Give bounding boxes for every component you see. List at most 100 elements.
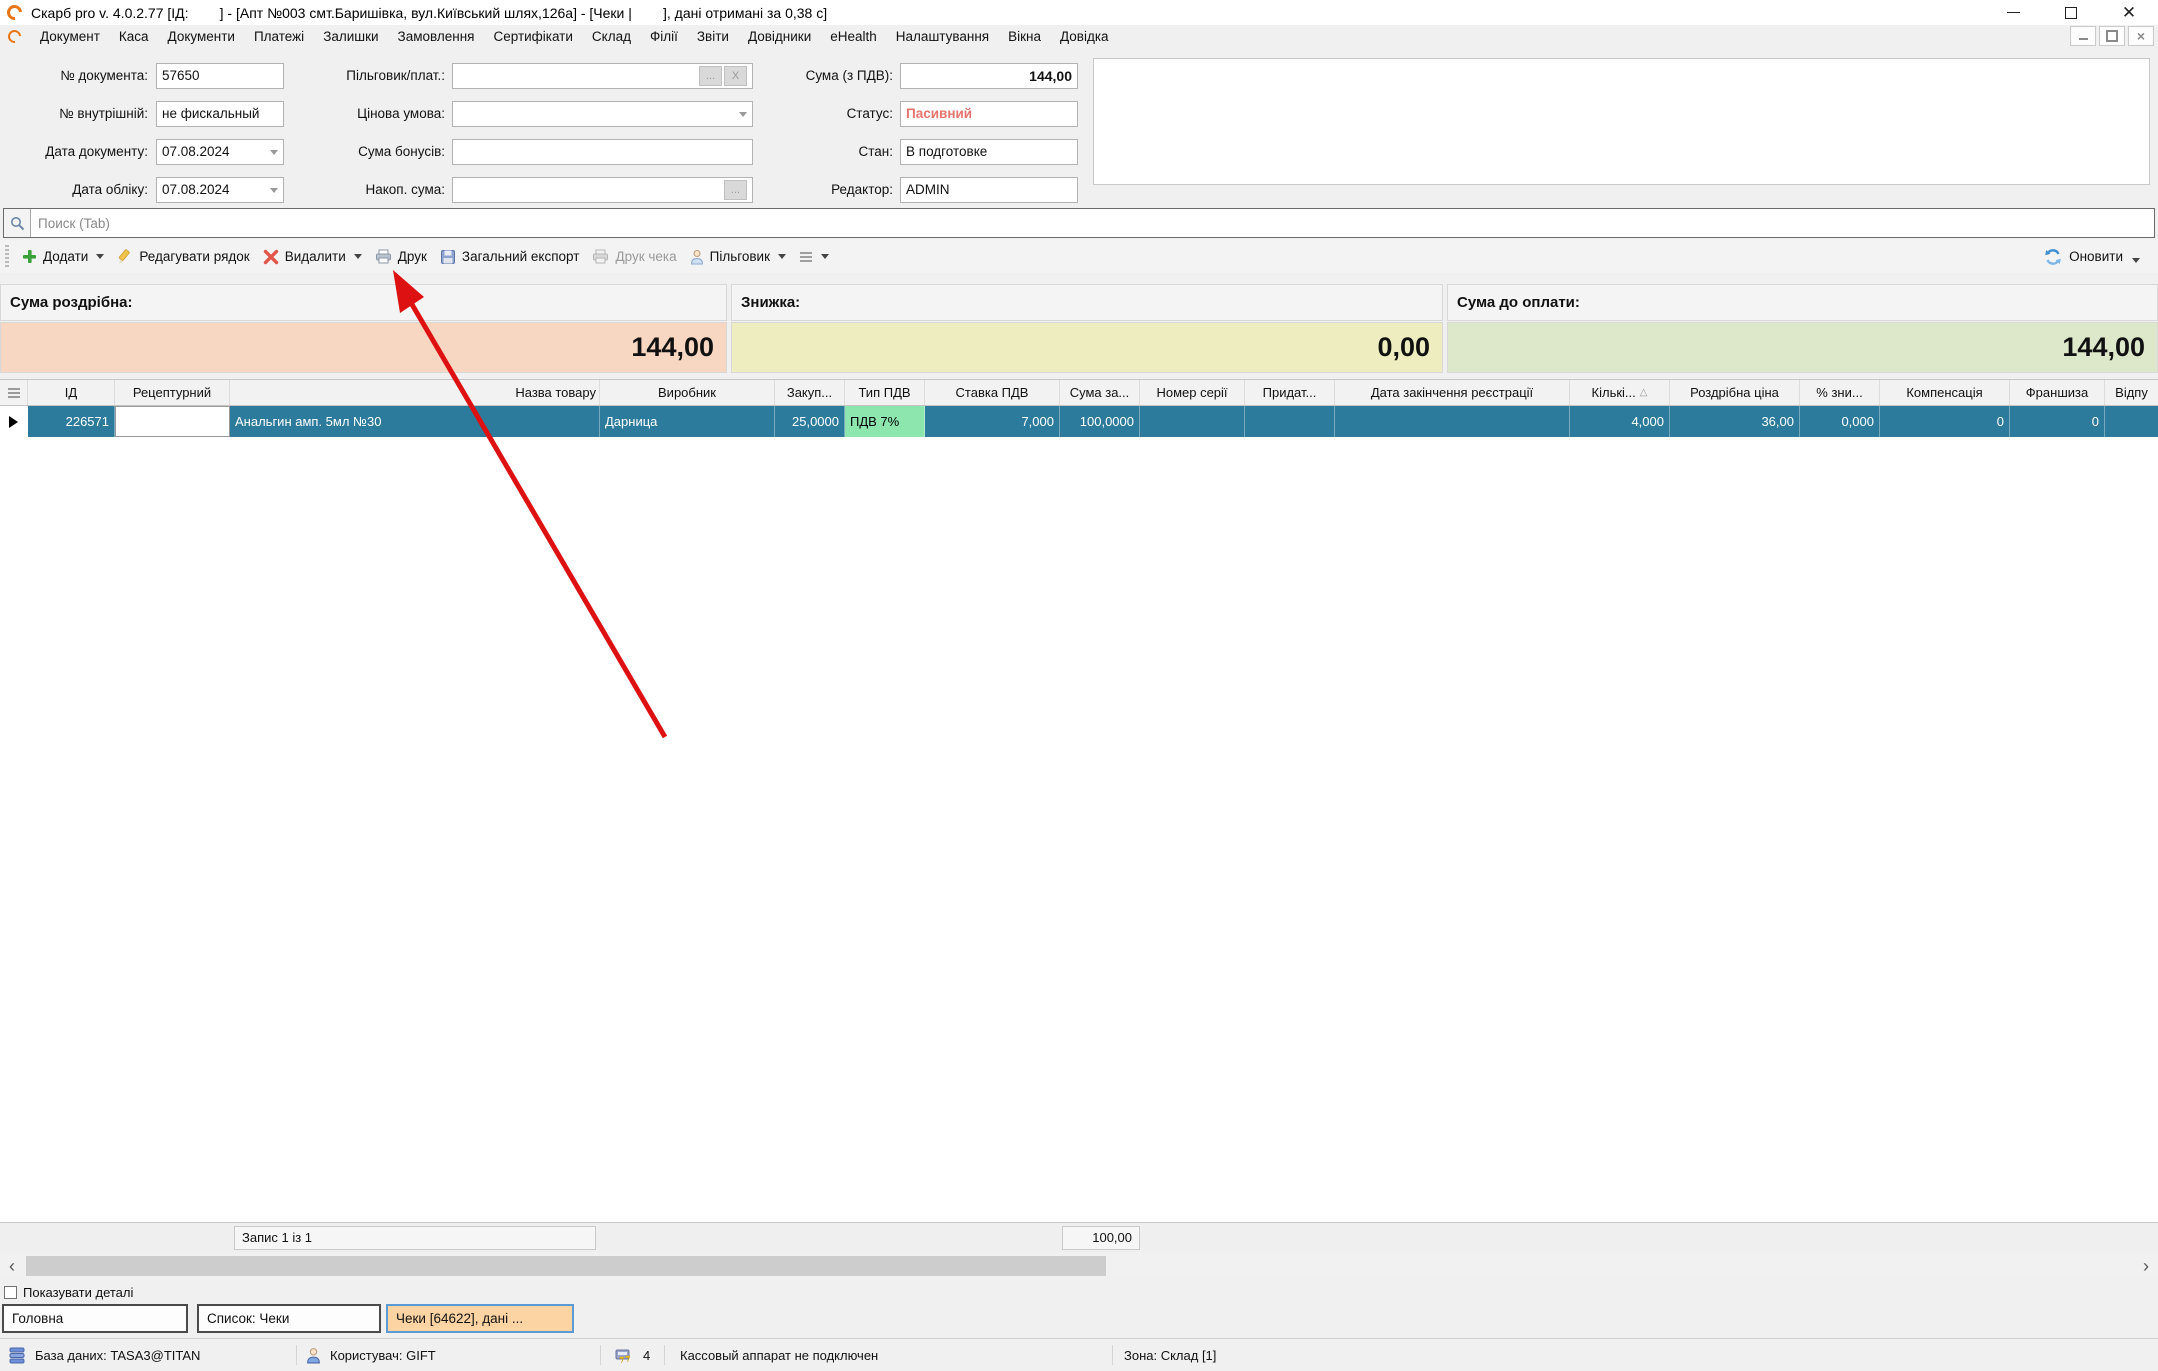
- column-header-prescription[interactable]: Рецептурний: [115, 380, 230, 405]
- menu-zamovlennia[interactable]: Замовлення: [398, 29, 475, 44]
- column-header-qty[interactable]: Кількі...△: [1570, 380, 1670, 405]
- table-row[interactable]: 226571 Анальгин амп. 5мл №30 Дарница 25,…: [0, 406, 2158, 437]
- mdi-close-button[interactable]: ×: [2128, 26, 2154, 46]
- tab-list-cheky[interactable]: Список: Чеки: [197, 1304, 381, 1333]
- menu-dovidnyky[interactable]: Довідники: [748, 29, 811, 44]
- beneficiary-field[interactable]: ... X: [452, 63, 753, 89]
- column-header-franchise[interactable]: Франшиза: [2010, 380, 2105, 405]
- cell-prescription[interactable]: [115, 406, 230, 437]
- column-header-manufacturer[interactable]: Виробник: [600, 380, 775, 405]
- column-header-purchase[interactable]: Закуп...: [775, 380, 845, 405]
- column-header-dispense[interactable]: Відпу: [2105, 380, 2158, 405]
- menu-filii[interactable]: Філії: [650, 29, 678, 44]
- chevron-down-icon: [821, 254, 829, 259]
- tab-home[interactable]: Головна: [2, 1304, 188, 1333]
- cell-id: 226571: [28, 406, 115, 437]
- person-icon: [690, 249, 704, 265]
- window-controls: ✕: [1984, 0, 2158, 25]
- menu-platezhi[interactable]: Платежі: [254, 29, 304, 44]
- menu-sklad[interactable]: Склад: [592, 29, 631, 44]
- menu-zvity[interactable]: Звіти: [697, 29, 729, 44]
- to-pay-header: Сума до оплати:: [1447, 284, 2158, 321]
- search-bar: [3, 208, 2155, 238]
- record-count: Запис 1 із 1: [234, 1226, 596, 1250]
- menu-zalyshky[interactable]: Залишки: [323, 29, 378, 44]
- menu-vikna[interactable]: Вікна: [1008, 29, 1041, 44]
- tab-cheky-active[interactable]: Чеки [64622], дані ...: [386, 1304, 574, 1333]
- beneficiary-clear-button[interactable]: X: [724, 66, 747, 86]
- toolbar-grip[interactable]: [5, 245, 9, 269]
- scroll-right-arrow-icon[interactable]: ›: [2134, 1254, 2158, 1278]
- doc-date-label: Дата документу:: [10, 139, 148, 165]
- cell-purchase: 25,0000: [775, 406, 845, 437]
- total-vat-field[interactable]: 144,00: [900, 63, 1078, 89]
- close-button[interactable]: ✕: [2100, 0, 2158, 25]
- column-header-expiry[interactable]: Придат...: [1245, 380, 1335, 405]
- beneficiary-button[interactable]: Пільговик: [690, 249, 786, 265]
- database-text: База даних: TASA3@TITAN: [35, 1348, 200, 1363]
- price-condition-select[interactable]: [452, 101, 753, 127]
- column-header-compensation[interactable]: Компенсація: [1880, 380, 2010, 405]
- column-header-vat-rate[interactable]: Ставка ПДВ: [925, 380, 1060, 405]
- details-checkbox[interactable]: [4, 1286, 17, 1299]
- menu-dokumenty[interactable]: Документи: [168, 29, 235, 44]
- scrollbar-thumb[interactable]: [26, 1256, 1106, 1276]
- restore-button[interactable]: [2042, 0, 2100, 25]
- accum-sum-lookup-button[interactable]: ...: [724, 180, 747, 200]
- edit-row-button[interactable]: Редагувати рядок: [117, 249, 249, 265]
- view-options-button[interactable]: [799, 251, 829, 263]
- beneficiary-lookup-button[interactable]: ...: [699, 66, 722, 86]
- menu-kasa[interactable]: Каса: [119, 29, 149, 44]
- chevron-down-icon: [96, 254, 104, 259]
- doc-number-label: № документа:: [10, 63, 148, 89]
- cell-sum-for: 100,0000: [1060, 406, 1140, 437]
- delete-x-icon: [263, 249, 279, 265]
- cell-vat-rate: 7,000: [925, 406, 1060, 437]
- bottom-tabs: Головна Список: Чеки Чеки [64622], дані …: [0, 1303, 2158, 1335]
- column-header-serial[interactable]: Номер серії: [1140, 380, 1245, 405]
- accum-sum-field[interactable]: ...: [452, 177, 753, 203]
- internal-number-field[interactable]: не фискальный: [156, 101, 284, 127]
- refresh-button[interactable]: Оновити: [2044, 248, 2140, 266]
- cash-status-text: Кассовый аппарат не подключен: [680, 1339, 878, 1371]
- bonus-sum-field[interactable]: [452, 139, 753, 165]
- delete-button[interactable]: Видалити: [263, 249, 362, 265]
- scroll-left-arrow-icon[interactable]: ‹: [0, 1254, 24, 1278]
- cell-vat-type: ПДВ 7%: [845, 406, 925, 437]
- column-header-retail-price[interactable]: Роздрібна ціна: [1670, 380, 1800, 405]
- menu-dokument[interactable]: Документ: [40, 29, 100, 44]
- column-header-vat-type[interactable]: Тип ПДВ: [845, 380, 925, 405]
- cell-franchise: 0: [2010, 406, 2105, 437]
- search-input[interactable]: [31, 209, 2154, 237]
- column-header-product-name[interactable]: Назва товару: [230, 380, 600, 405]
- menu-ehealth[interactable]: eHealth: [830, 29, 877, 44]
- export-all-button[interactable]: Загальний експорт: [440, 249, 580, 265]
- doc-number-field[interactable]: 57650: [156, 63, 284, 89]
- column-header-id[interactable]: ІД: [28, 380, 115, 405]
- menu-nalashtuvannia[interactable]: Налаштування: [896, 29, 989, 44]
- horizontal-scrollbar[interactable]: ‹ ›: [0, 1254, 2158, 1278]
- search-button[interactable]: [4, 209, 31, 237]
- row-selector[interactable]: [0, 406, 28, 437]
- toolbar: Додати Редагувати рядок Видалити Друк За…: [0, 240, 2158, 273]
- account-date-field[interactable]: 07.08.2024: [156, 177, 284, 203]
- print-receipt-button[interactable]: Друк чека: [592, 249, 676, 264]
- doc-date-field[interactable]: 07.08.2024: [156, 139, 284, 165]
- mdi-window-controls: ×: [2070, 26, 2154, 46]
- menu-dovidka[interactable]: Довідка: [1060, 29, 1109, 44]
- mdi-minimize-button[interactable]: [2070, 26, 2096, 46]
- side-panel: [1093, 58, 2150, 185]
- pencil-icon: [117, 249, 133, 265]
- minimize-button[interactable]: [1984, 0, 2042, 25]
- menu-sertyfikaty[interactable]: Сертифікати: [493, 29, 572, 44]
- add-button[interactable]: Додати: [22, 249, 104, 264]
- column-header-reg-end[interactable]: Дата закінчення реєстрації: [1335, 380, 1570, 405]
- mdi-restore-button[interactable]: [2099, 26, 2125, 46]
- sort-ascending-icon: △: [1640, 387, 1648, 398]
- print-button[interactable]: Друк: [375, 249, 427, 264]
- column-header-discount-pct[interactable]: % зни...: [1800, 380, 1880, 405]
- column-header-sum-for[interactable]: Сума за...: [1060, 380, 1140, 405]
- price-condition-label: Цінова умова:: [300, 101, 445, 127]
- grid-corner-button[interactable]: [0, 380, 28, 405]
- menu-bar: Документ Каса Документи Платежі Залишки …: [0, 25, 2158, 47]
